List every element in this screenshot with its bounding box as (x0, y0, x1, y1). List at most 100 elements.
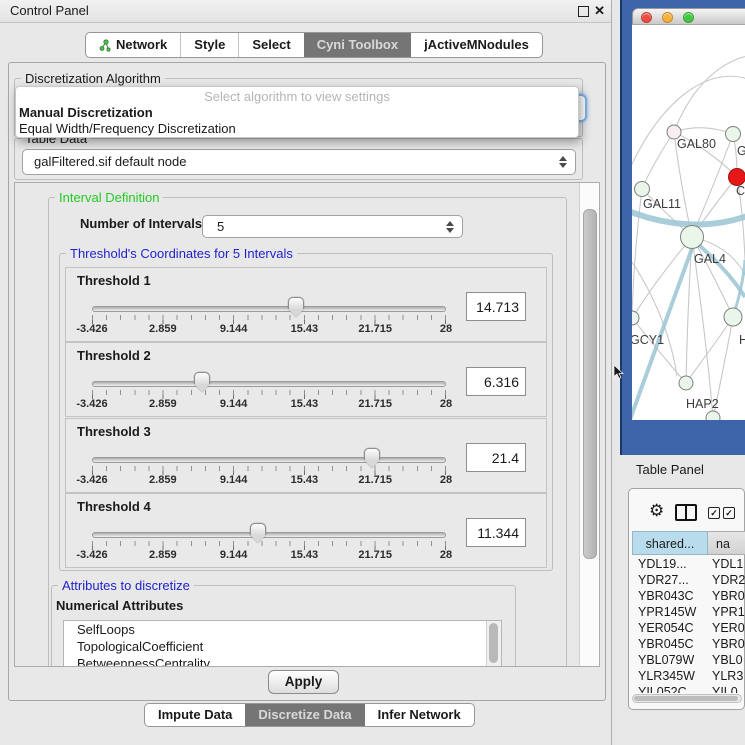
number-of-intervals-label: Number of Intervals (80, 216, 202, 231)
network-window-titlebar[interactable] (632, 8, 745, 25)
split-view-icon[interactable] (675, 504, 697, 521)
threshold-3-value-field[interactable]: 21.4 (466, 443, 526, 472)
slider-thumb[interactable] (364, 448, 380, 468)
checkbox-icon[interactable]: ✓ (708, 507, 720, 519)
cell-shared-name[interactable]: YDL19... (632, 556, 708, 572)
node-h[interactable] (724, 308, 742, 326)
tab-network[interactable]: Network (86, 33, 180, 57)
close-icon[interactable]: ✕ (594, 0, 605, 22)
number-of-intervals-spinner[interactable]: 5 (202, 215, 463, 238)
close-traffic-light-icon[interactable] (641, 12, 652, 23)
cell-shared-name[interactable]: YBR043C (632, 588, 708, 604)
node-gcy1[interactable] (632, 311, 639, 325)
cell-shared-name[interactable]: YLR345W (632, 668, 708, 684)
cell-name[interactable]: YIL0 (708, 684, 738, 693)
minimize-traffic-light-icon[interactable] (662, 12, 673, 23)
threshold-2-slider[interactable]: -3.426 2.859 9.144 15.43 21.715 28 (92, 371, 446, 411)
column-header-name[interactable]: na (708, 531, 745, 555)
table-panel-title: Table Panel (636, 462, 704, 477)
slider-track[interactable] (92, 381, 446, 387)
list-item[interactable]: TopologicalCoefficient (64, 638, 501, 655)
scale-tick-label: 9.144 (220, 474, 248, 486)
node-top-right[interactable] (726, 127, 741, 142)
scale-tick-label: 15.43 (291, 549, 319, 561)
scale-tick-label: 21.715 (358, 323, 392, 335)
tab-discretize-data-label: Discretize Data (258, 704, 351, 726)
cell-shared-name[interactable]: YER054C (632, 620, 708, 636)
algorithm-hint-option[interactable]: Select algorithm to view settings (16, 87, 578, 105)
slider-track[interactable] (92, 306, 446, 312)
node-gal4[interactable] (681, 226, 704, 249)
cell-name[interactable]: YBL0 (708, 652, 743, 668)
cell-name[interactable]: YPR1 (708, 604, 745, 620)
tab-impute-data[interactable]: Impute Data (145, 704, 245, 726)
node-bottom[interactable] (706, 411, 720, 420)
apply-button[interactable]: Apply (268, 670, 339, 694)
float-window-icon[interactable] (578, 6, 589, 17)
tab-select-label: Select (252, 33, 290, 57)
table-horizontal-scrollbar[interactable] (632, 694, 742, 703)
list-item[interactable]: SelfLoops (64, 621, 501, 638)
table-row[interactable]: YPR145WYPR1 (632, 604, 745, 620)
table-row[interactable]: YIL052CYIL0 (632, 684, 745, 693)
tab-select[interactable]: Select (238, 33, 303, 57)
table-row[interactable]: YDR27...YDR2 (632, 572, 745, 588)
cell-shared-name[interactable]: YDR27... (632, 572, 708, 588)
tab-infer-network[interactable]: Infer Network (365, 704, 474, 726)
threshold-4-value-field[interactable]: 11.344 (466, 518, 526, 547)
slider-track[interactable] (92, 532, 446, 538)
cell-shared-name[interactable]: YBR045C (632, 636, 708, 652)
tab-jactivemnodules[interactable]: jActiveMNodules (411, 33, 542, 57)
cell-name[interactable]: YDR2 (708, 572, 745, 588)
control-panel-tabbar: Network Style Select Cyni Toolbox jActiv… (85, 32, 543, 58)
table-row[interactable]: YBR045CYBR0 (632, 636, 745, 652)
zoom-traffic-light-icon[interactable] (683, 12, 694, 23)
checkbox-icon[interactable]: ✓ (723, 507, 735, 519)
cell-name[interactable]: YDL1 (708, 556, 743, 572)
settings-scrollbar-thumb[interactable] (583, 209, 597, 559)
slider-thumb[interactable] (250, 523, 266, 543)
tab-discretize-data[interactable]: Discretize Data (245, 704, 364, 726)
cell-shared-name[interactable]: YPR145W (632, 604, 708, 620)
gear-icon[interactable]: ⚙ (649, 502, 664, 519)
threshold-1-value-field[interactable]: 14.713 (466, 292, 526, 321)
tab-style[interactable]: Style (180, 33, 238, 57)
cell-name[interactable]: YBR0 (708, 636, 745, 652)
cell-shared-name[interactable]: YIL052C (632, 684, 708, 693)
table-row[interactable]: YLR345WYLR3 (632, 668, 745, 684)
numerical-attributes-list[interactable]: SelfLoops TopologicalCoefficient Between… (63, 620, 502, 667)
threshold-2-value-field[interactable]: 6.316 (466, 367, 526, 396)
table-horizontal-scrollbar-thumb[interactable] (634, 696, 738, 701)
threshold-3-slider[interactable]: -3.426 2.859 9.144 15.43 21.715 28 (92, 447, 446, 487)
node-gal11[interactable] (635, 182, 650, 197)
cell-name[interactable]: YLR3 (708, 668, 743, 684)
column-header-shared-name[interactable]: shared... (632, 531, 708, 555)
threshold-1-slider[interactable]: -3.426 2.859 9.144 15.43 21.715 28 (92, 296, 446, 336)
option-manual-discretization[interactable]: Manual Discretization (16, 105, 578, 121)
slider-thumb[interactable] (288, 297, 304, 317)
table-row[interactable]: YBL079WYBL0 (632, 652, 745, 668)
scale-tick-label: 21.715 (358, 549, 392, 561)
settings-scrollbar[interactable] (579, 183, 599, 666)
tab-cyni-toolbox[interactable]: Cyni Toolbox (304, 33, 411, 57)
slider-track[interactable] (92, 457, 446, 463)
list-scrollbar-thumb[interactable] (489, 623, 498, 663)
list-item[interactable]: BetweennessCentrality (64, 655, 501, 667)
cell-shared-name[interactable]: YBL079W (632, 652, 708, 668)
list-scrollbar[interactable] (486, 621, 501, 667)
option-equal-width-frequency[interactable]: Equal Width/Frequency Discretization (16, 121, 578, 137)
control-panel-titlebar[interactable]: Control Panel ✕ (0, 0, 611, 23)
slider-thumb[interactable] (194, 372, 210, 392)
table-row[interactable]: YDL19...YDL1 (632, 556, 745, 572)
table-row[interactable]: YER054CYER0 (632, 620, 745, 636)
node-hap2[interactable] (679, 376, 693, 390)
network-canvas[interactable]: GAL80 GA C GAL11 GAL4 GCY1 H HAP2 (632, 25, 745, 420)
cell-name[interactable]: YER0 (708, 620, 745, 636)
threshold-4-slider[interactable]: -3.426 2.859 9.144 15.43 21.715 28 (92, 522, 446, 562)
node-red-selected[interactable] (729, 169, 745, 186)
table-data-combobox[interactable]: galFiltered.sif default node (22, 149, 576, 175)
table-row[interactable]: YBR043CYBR0 (632, 588, 745, 604)
cell-name[interactable]: YBR0 (708, 588, 745, 604)
scale-tick-label: 28 (440, 398, 452, 410)
thresholds-group-title: Threshold's Coordinates for 5 Intervals (66, 246, 297, 261)
